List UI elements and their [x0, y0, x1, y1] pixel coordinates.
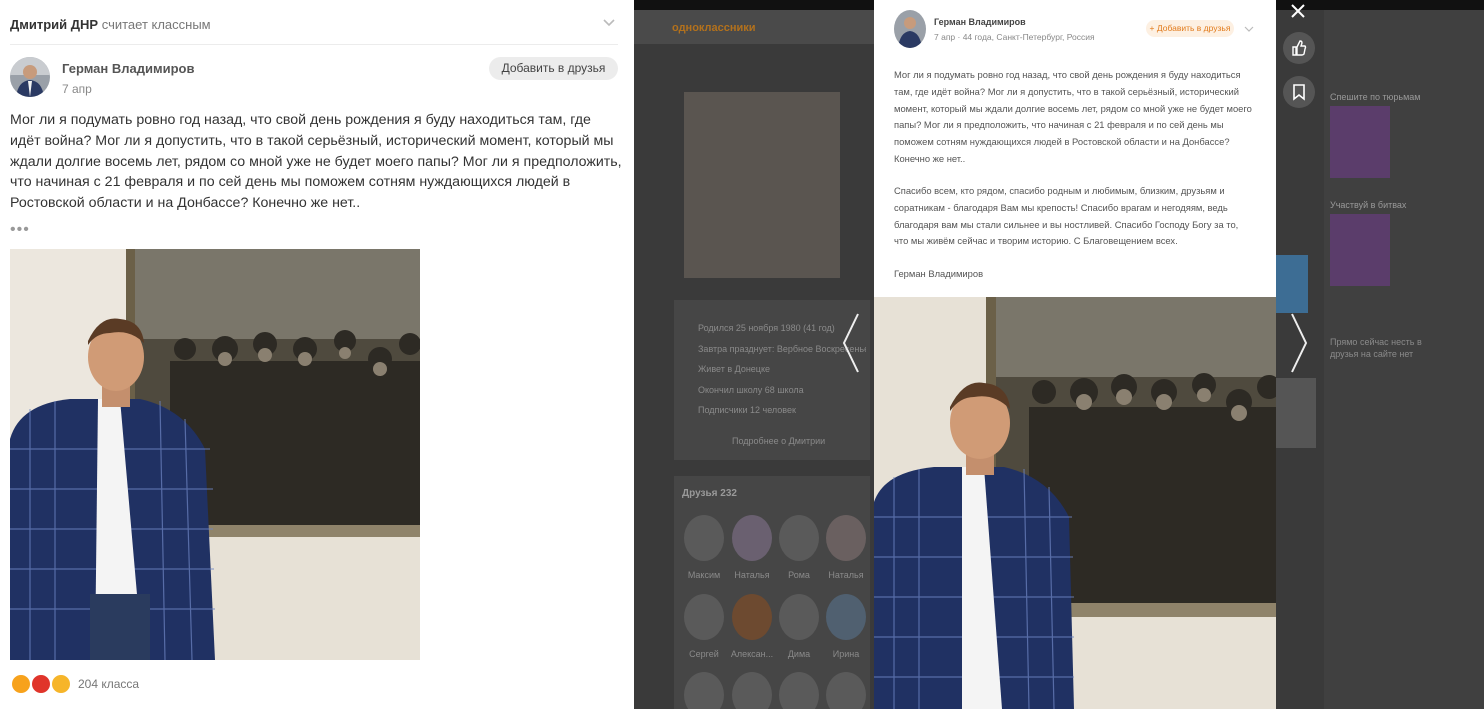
game-thumbnail: [1330, 214, 1390, 286]
friends-label: Друзья: [682, 488, 718, 499]
background-header: одноклассники: [634, 10, 874, 44]
love-eyes-icon: [50, 673, 72, 695]
photo-viewer: одноклассники Родился 25 ноября 1980 (41…: [634, 0, 1484, 709]
site-logo: одноклассники: [672, 22, 756, 34]
bookmark-icon: [1293, 84, 1305, 101]
card-author-name[interactable]: Герман Владимиров: [934, 17, 1026, 27]
friends-count: 232: [720, 488, 737, 499]
friend-name: Сергей: [689, 649, 719, 659]
friend-name: Алексан...: [730, 649, 774, 659]
author-name[interactable]: Герман Владимиров: [62, 61, 194, 76]
like-button[interactable]: [1283, 32, 1315, 64]
screenshot-root: Дмитрий ДНР считает классным Герман Влад…: [0, 0, 1484, 709]
profile-fact: Родился 25 ноября 1980 (41 год): [698, 323, 835, 333]
profile-more-link: Подробнее о Дмитрии: [732, 436, 826, 446]
post-photo[interactable]: [10, 249, 420, 660]
card-add-friend-button[interactable]: + Добавить в друзья: [1146, 20, 1234, 37]
friend-name: Наталья: [734, 570, 770, 580]
friend-avatar: [732, 594, 772, 640]
friend-avatar: [732, 515, 772, 561]
friend-avatar: [779, 515, 819, 561]
profile-fact: Живет в Донецке: [698, 364, 771, 374]
chevron-down-icon[interactable]: [602, 15, 616, 29]
more-options[interactable]: •••: [10, 221, 30, 239]
divider: [10, 44, 618, 45]
chevron-left-icon[interactable]: [840, 312, 862, 374]
friend-name: Ирина: [832, 649, 860, 659]
card-paragraph: Спасибо всем, кто рядом, спасибо родным …: [894, 185, 1239, 247]
activity-actor[interactable]: Дмитрий ДНР: [10, 17, 98, 32]
heart-icon: [30, 673, 52, 695]
friend-name: Дима: [787, 649, 811, 659]
thumbs-up-icon: [1292, 40, 1307, 56]
card-author-avatar[interactable]: [894, 10, 926, 48]
profile-fact: Окончил школу 68 школа: [698, 385, 804, 395]
photo-viewer-card: Герман Владимиров 7 апр · 44 года, Санкт…: [874, 0, 1276, 709]
friend-avatar: [826, 594, 866, 640]
post-text: Мог ли я подумать ровно год назад, что с…: [10, 112, 622, 212]
sidebar-heading: Участвуй в битвах: [1330, 200, 1407, 210]
background-blue-widget: [1276, 255, 1308, 313]
game-thumbnail: [1330, 106, 1390, 178]
activity-action: считает классным: [101, 17, 211, 32]
card-meta: 7 апр · 44 года, Санкт-Петербург, Россия: [934, 32, 1095, 42]
close-icon[interactable]: [1289, 2, 1307, 20]
post-date[interactable]: 7 апр: [62, 82, 92, 96]
bookmark-button[interactable]: [1283, 76, 1315, 108]
background-thumbnail: [1276, 378, 1316, 448]
activity-line: Дмитрий ДНР считает классным: [10, 17, 211, 32]
friend-avatar: [779, 594, 819, 640]
thumbs-up-icon: [10, 673, 32, 695]
likes-count[interactable]: 204 класса: [78, 677, 139, 691]
feed-post: Дмитрий ДНР считает классным Герман Влад…: [0, 0, 634, 709]
friend-avatar: [826, 515, 866, 561]
friend-name: Максим: [687, 570, 721, 580]
friend-avatar: [684, 515, 724, 561]
sidebar-note: Прямо сейчас несть в друзья на сайте нет: [1330, 337, 1422, 359]
background-profile-photo: [684, 92, 840, 278]
card-photo[interactable]: [874, 297, 1276, 709]
friend-name: Рома: [788, 570, 810, 580]
add-friend-button[interactable]: Добавить в друзья: [489, 57, 618, 80]
chevron-down-icon[interactable]: [1244, 24, 1254, 34]
sidebar-heading: Спешите по тюрьмам: [1330, 92, 1421, 102]
profile-fact: Подписчики 12 человек: [698, 405, 796, 415]
author-avatar[interactable]: [10, 57, 50, 97]
friend-name: Наталья: [828, 570, 864, 580]
friend-avatar: [684, 594, 724, 640]
card-paragraph: Мог ли я подумать ровно год назад, что с…: [894, 69, 1252, 164]
chevron-right-icon[interactable]: [1288, 312, 1310, 374]
card-signature: Герман Владимиров: [894, 268, 984, 279]
friends-title: Друзья 232: [682, 488, 737, 499]
